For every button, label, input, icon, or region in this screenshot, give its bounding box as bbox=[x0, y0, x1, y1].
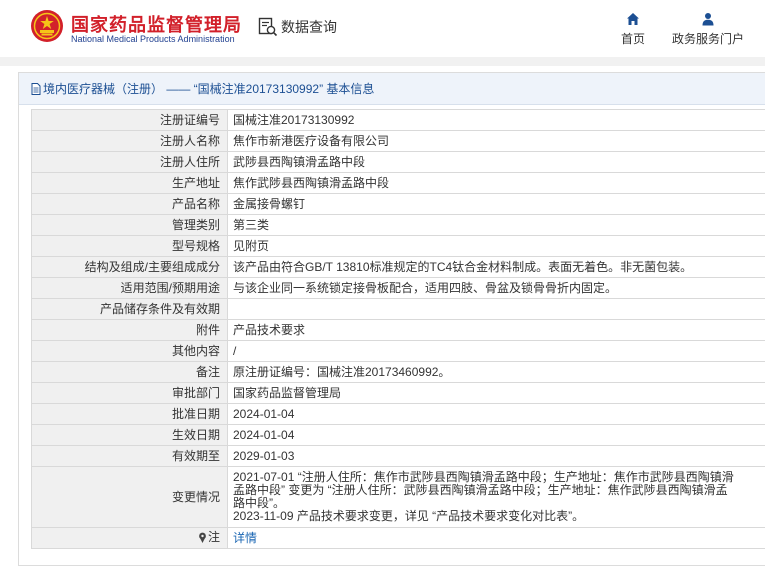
row-value: 焦作市新港医疗设备有限公司 bbox=[227, 130, 765, 152]
row-label: 审批部门 bbox=[31, 382, 228, 404]
table-row: 生产地址 焦作武陟县西陶镇滑孟路中段 bbox=[31, 172, 765, 194]
row-label: 管理类别 bbox=[31, 214, 228, 236]
user-icon bbox=[702, 13, 714, 26]
row-value: 见附页 bbox=[227, 235, 765, 257]
row-value: 第三类 bbox=[227, 214, 765, 236]
row-label: 产品名称 bbox=[31, 193, 228, 215]
row-value: 国械注准20173130992 bbox=[227, 109, 765, 131]
table-row-note: 注 详情 bbox=[31, 527, 765, 549]
table-row: 型号规格 见附页 bbox=[31, 235, 765, 257]
row-value: 金属接骨螺钉 bbox=[227, 193, 765, 215]
note-label: 注 bbox=[207, 530, 220, 545]
nav-service-portal-label: 政务服务门户 bbox=[671, 32, 744, 46]
row-label: 适用范围/预期用途 bbox=[31, 277, 228, 299]
table-row: 注册人名称 焦作市新港医疗设备有限公司 bbox=[31, 130, 765, 152]
home-icon bbox=[627, 13, 639, 25]
table-row: 有效期至 2029-01-03 bbox=[31, 445, 765, 467]
changes-label: 变更情况 bbox=[31, 466, 228, 528]
row-label: 其他内容 bbox=[31, 340, 228, 362]
table-row: 结构及组成/主要组成成分 该产品由符合GB/T 13810标准规定的TC4钛合金材… bbox=[31, 256, 765, 278]
registration-info-table: 注册证编号 国械注准20173130992 注册人名称 焦作市新港医疗设备有限公司 … bbox=[31, 109, 765, 549]
row-label: 注册人名称 bbox=[31, 130, 228, 152]
row-label: 结构及组成/主要组成成分 bbox=[31, 256, 228, 278]
nav-home[interactable]: 首页 bbox=[620, 12, 646, 47]
row-value bbox=[227, 298, 765, 320]
table-row: 注册人住所 武陟县西陶镇滑孟路中段 bbox=[31, 151, 765, 173]
row-value: 2029-01-03 bbox=[227, 445, 765, 467]
note-value-cell: 详情 bbox=[227, 527, 765, 549]
nav-service-portal[interactable]: 政务服务门户 bbox=[670, 12, 746, 47]
table-row: 备注 原注册证编号：国械注准20173460992。 bbox=[31, 361, 765, 383]
change-line: 孟路中段” 变更为 “注册人住所：武陟县西陶镇滑孟路中段；生产地址：焦作武陟县西… bbox=[233, 483, 728, 497]
table-row: 附件 产品技术要求 bbox=[31, 319, 765, 341]
table-row: 产品名称 金属接骨螺钉 bbox=[31, 193, 765, 215]
detail-panel: 境内医疗器械（注册） —— “国械注准20173130992” 基本信息 注册证… bbox=[18, 72, 765, 566]
data-query-label: 数据查询 bbox=[281, 19, 337, 35]
document-icon bbox=[31, 82, 41, 95]
row-value: 2024-01-04 bbox=[227, 424, 765, 446]
row-label: 注册证编号 bbox=[31, 109, 228, 131]
row-label: 注册人住所 bbox=[31, 151, 228, 173]
national-emblem-icon bbox=[31, 10, 63, 42]
site-header: 国家药品监督管理局 National Medical Products Admi… bbox=[0, 0, 765, 56]
table-row: 适用范围/预期用途 与该企业同一系统锁定接骨板配合，适用四肢、骨盆及锁骨骨折内固定… bbox=[31, 277, 765, 299]
breadcrumb: 境内医疗器械（注册） —— “国械注准20173130992” 基本信息 bbox=[19, 73, 765, 105]
change-line: 2023-11-09 产品技术要求变更，详见 “产品技术要求变化对比表”。 bbox=[233, 509, 585, 523]
table-row: 批准日期 2024-01-04 bbox=[31, 403, 765, 425]
note-label-cell: 注 bbox=[31, 527, 228, 549]
nav-home-label: 首页 bbox=[620, 32, 645, 46]
row-value: 产品技术要求 bbox=[227, 319, 765, 341]
table-row: 产品储存条件及有效期 bbox=[31, 298, 765, 320]
row-label: 型号规格 bbox=[31, 235, 228, 257]
row-value: 武陟县西陶镇滑孟路中段 bbox=[227, 151, 765, 173]
row-value: 该产品由符合GB/T 13810标准规定的TC4钛合金材料制成。表面无着色。非无… bbox=[227, 256, 765, 278]
row-value: 焦作武陟县西陶镇滑孟路中段 bbox=[227, 172, 765, 194]
row-label: 批准日期 bbox=[31, 403, 228, 425]
row-value: 2024-01-04 bbox=[227, 403, 765, 425]
row-value: 国家药品监督管理局 bbox=[227, 382, 765, 404]
row-label: 生产地址 bbox=[31, 172, 228, 194]
row-value: / bbox=[227, 340, 765, 362]
pin-icon bbox=[199, 532, 206, 543]
table-row: 其他内容 / bbox=[31, 340, 765, 362]
table-row: 管理类别 第三类 bbox=[31, 214, 765, 236]
table-row: 生效日期 2024-01-04 bbox=[31, 424, 765, 446]
note-label-wrap: 注 bbox=[198, 530, 220, 544]
breadcrumb-text: 境内医疗器械（注册） —— “国械注准20173130992” 基本信息 bbox=[43, 82, 375, 96]
data-query-link[interactable]: 数据查询 bbox=[258, 17, 337, 37]
row-value: 与该企业同一系统锁定接骨板配合，适用四肢、骨盆及锁骨骨折内固定。 bbox=[227, 277, 765, 299]
row-label: 附件 bbox=[31, 319, 228, 341]
row-label: 产品储存条件及有效期 bbox=[31, 298, 228, 320]
row-value: 原注册证编号：国械注准20173460992。 bbox=[227, 361, 765, 383]
table-row: 注册证编号 国械注准20173130992 bbox=[31, 109, 765, 131]
header-divider bbox=[0, 57, 765, 66]
row-label: 生效日期 bbox=[31, 424, 228, 446]
brand-subtitle: National Medical Products Administration bbox=[71, 34, 235, 44]
row-label: 备注 bbox=[31, 361, 228, 383]
table-row-changes: 变更情况 2021-07-01 “注册人住所：焦作市武陟县西陶镇滑孟路中段；生产… bbox=[31, 466, 765, 528]
details-link[interactable]: 详情 bbox=[233, 531, 257, 545]
table-row: 审批部门 国家药品监督管理局 bbox=[31, 382, 765, 404]
search-document-icon bbox=[258, 17, 278, 37]
changes-value: 2021-07-01 “注册人住所：焦作市武陟县西陶镇滑孟路中段；生产地址：焦作… bbox=[227, 466, 765, 528]
row-label: 有效期至 bbox=[31, 445, 228, 467]
